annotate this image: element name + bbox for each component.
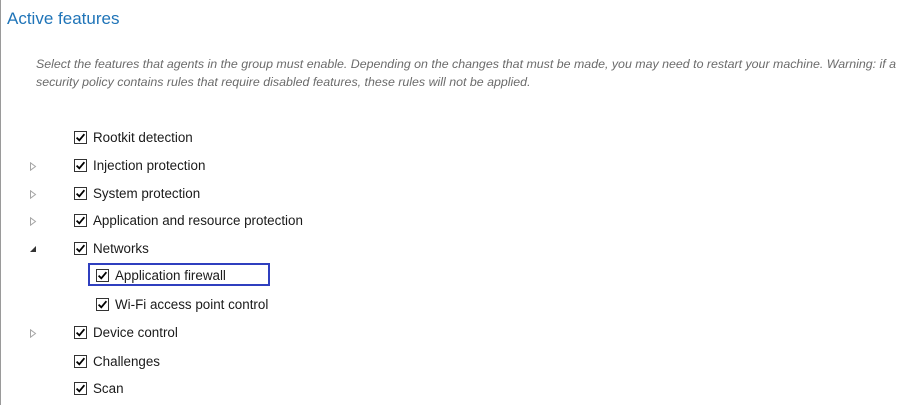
tree-item-label: Rootkit detection — [93, 129, 193, 145]
checkmark-icon — [75, 244, 86, 253]
tree-item-challenges[interactable]: Challenges — [74, 351, 160, 371]
expand-arrow-icon[interactable] — [28, 328, 38, 338]
checkmark-icon — [75, 133, 86, 142]
checkmark-icon — [75, 189, 86, 198]
checkbox-application-firewall[interactable] — [96, 268, 109, 282]
expand-arrow-icon[interactable] — [28, 161, 38, 171]
checkmark-icon — [75, 384, 86, 393]
checkbox-challenges[interactable] — [74, 354, 87, 368]
tree-item-system-protection[interactable]: System protection — [74, 183, 200, 203]
tree-item-application-resource-protection[interactable]: Application and resource protection — [74, 210, 303, 230]
tree-item-label: Application firewall — [115, 267, 226, 283]
tree-item-injection-protection[interactable]: Injection protection — [74, 155, 205, 175]
checkmark-icon — [75, 357, 86, 366]
tree-item-wifi-access-point-control[interactable]: Wi-Fi access point control — [96, 294, 268, 314]
tree-item-rootkit-detection[interactable]: Rootkit detection — [74, 127, 193, 147]
checkbox-application-resource-protection[interactable] — [74, 213, 87, 227]
checkbox-wifi-access-point-control[interactable] — [96, 297, 109, 311]
feature-tree: Rootkit detection Injection protection S… — [0, 0, 903, 405]
collapse-arrow-icon[interactable] — [28, 244, 38, 254]
checkbox-networks[interactable] — [74, 241, 87, 255]
checkbox-scan[interactable] — [74, 381, 87, 395]
tree-item-application-firewall[interactable]: Application firewall — [96, 265, 226, 285]
checkbox-injection-protection[interactable] — [74, 158, 87, 172]
tree-item-label: Networks — [93, 240, 149, 256]
tree-item-scan[interactable]: Scan — [74, 378, 124, 398]
tree-item-device-control[interactable]: Device control — [74, 322, 178, 342]
expand-arrow-icon[interactable] — [28, 189, 38, 199]
checkbox-system-protection[interactable] — [74, 186, 87, 200]
checkbox-rootkit-detection[interactable] — [74, 130, 87, 144]
tree-item-label: System protection — [93, 185, 201, 201]
checkbox-device-control[interactable] — [74, 325, 87, 339]
checkmark-icon — [97, 300, 108, 309]
checkmark-icon — [75, 216, 86, 225]
tree-item-networks[interactable]: Networks — [74, 238, 149, 258]
expand-arrow-icon[interactable] — [28, 216, 38, 226]
tree-item-label: Application and resource protection — [93, 212, 303, 228]
active-features-panel: Active features Select the features that… — [0, 0, 903, 405]
tree-item-label: Injection protection — [93, 157, 206, 173]
checkmark-icon — [97, 271, 108, 280]
tree-item-label: Device control — [93, 324, 178, 340]
tree-item-label: Challenges — [93, 353, 160, 369]
checkmark-icon — [75, 161, 86, 170]
tree-item-label: Scan — [93, 380, 124, 396]
tree-item-label: Wi-Fi access point control — [115, 296, 269, 312]
checkmark-icon — [75, 328, 86, 337]
